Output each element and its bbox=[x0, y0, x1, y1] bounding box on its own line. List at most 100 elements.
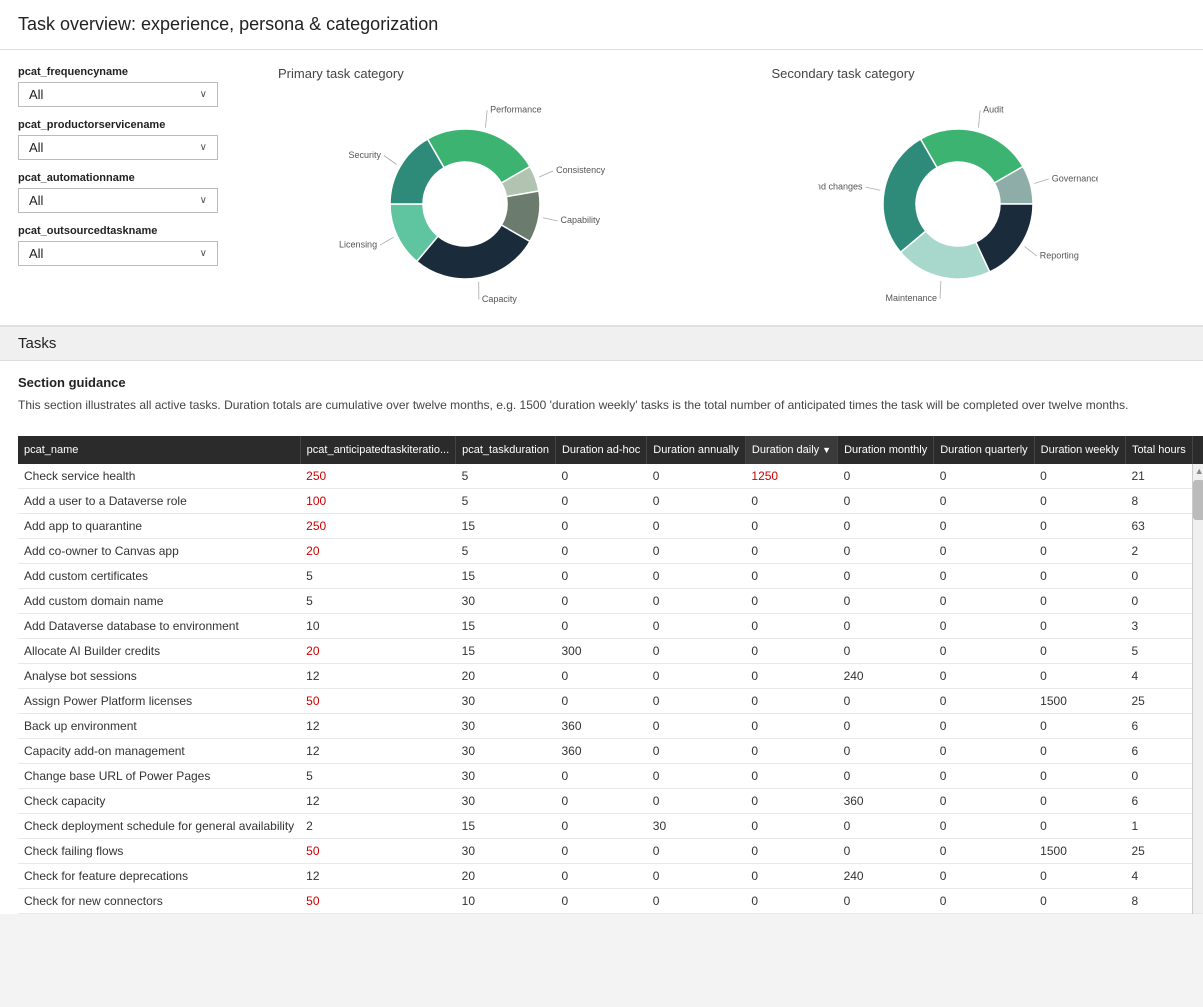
cell-duration_annually: 0 bbox=[647, 489, 746, 514]
filter-group-pcat_automationname: pcat_automationnameAll∨ bbox=[18, 172, 218, 213]
table-row[interactable]: Assign Power Platform licenses5030000001… bbox=[18, 689, 1203, 714]
cell-pcat_anticipatedtaskiteration: 20 bbox=[300, 639, 455, 664]
cell-duration_monthly: 240 bbox=[838, 864, 934, 889]
chart-line-4 bbox=[380, 237, 393, 245]
cell-total_hours: 8 bbox=[1125, 489, 1192, 514]
table-row[interactable]: Change base URL of Power Pages5300000000 bbox=[18, 764, 1203, 789]
cell-duration_annually: 30 bbox=[647, 814, 746, 839]
cell-pcat_name: Change base URL of Power Pages bbox=[18, 764, 300, 789]
guidance-title: Section guidance bbox=[18, 375, 1185, 390]
col-header-duration_weekly[interactable]: Duration weekly bbox=[1034, 436, 1125, 464]
cell-duration_adhoc: 0 bbox=[555, 614, 646, 639]
table-row[interactable]: Add co-owner to Canvas app2050000002 bbox=[18, 539, 1203, 564]
chart-line-5 bbox=[384, 156, 397, 165]
cell-duration_weekly: 0 bbox=[1034, 789, 1125, 814]
cell-duration_annually: 0 bbox=[647, 714, 746, 739]
cell-duration_weekly: 0 bbox=[1034, 564, 1125, 589]
chart-label-0: Performance bbox=[490, 105, 542, 115]
cell-duration_annually: 0 bbox=[647, 839, 746, 864]
cell-duration_weekly: 0 bbox=[1034, 589, 1125, 614]
table-row[interactable]: Add Dataverse database to environment101… bbox=[18, 614, 1203, 639]
top-section: pcat_frequencynameAll∨pcat_productorserv… bbox=[0, 50, 1203, 327]
table-row[interactable]: Capacity add-on management1230360000006 bbox=[18, 739, 1203, 764]
cell-duration_daily: 0 bbox=[745, 814, 837, 839]
cell-duration_monthly: 0 bbox=[838, 689, 934, 714]
cell-duration_quarterly: 0 bbox=[934, 564, 1034, 589]
cell-pcat_taskduration: 10 bbox=[456, 889, 556, 914]
chart-label-2: Capability bbox=[560, 215, 600, 225]
filter-select-pcat_productorservicename[interactable]: All∨ bbox=[18, 135, 218, 160]
cell-duration_daily: 0 bbox=[745, 664, 837, 689]
cell-pcat_name: Add Dataverse database to environment bbox=[18, 614, 300, 639]
chart-line-2 bbox=[1025, 246, 1037, 256]
col-header-duration_quarterly[interactable]: Duration quarterly bbox=[934, 436, 1034, 464]
cell-pcat_name: Add co-owner to Canvas app bbox=[18, 539, 300, 564]
col-header-total_hours[interactable]: Total hours bbox=[1125, 436, 1192, 464]
col-header-duration_annually[interactable]: Duration annually bbox=[647, 436, 746, 464]
cell-duration_daily: 0 bbox=[745, 614, 837, 639]
cell-duration_quarterly: 0 bbox=[934, 464, 1034, 489]
table-row[interactable]: Add app to quarantine2501500000063 bbox=[18, 514, 1203, 539]
cell-duration_monthly: 0 bbox=[838, 614, 934, 639]
chart-line-0 bbox=[485, 110, 487, 127]
table-row[interactable]: Check service health250500125000021▲ bbox=[18, 464, 1203, 489]
table-row[interactable]: Check failing flows503000000150025 bbox=[18, 839, 1203, 864]
chart-line-3 bbox=[940, 281, 941, 299]
table-row[interactable]: Check for new connectors50100000008 bbox=[18, 889, 1203, 914]
table-row[interactable]: Check capacity1230000360006 bbox=[18, 789, 1203, 814]
table-row[interactable]: Check deployment schedule for general av… bbox=[18, 814, 1203, 839]
table-row[interactable]: Add custom domain name5300000000 bbox=[18, 589, 1203, 614]
table-row[interactable]: Check for feature deprecations1220000240… bbox=[18, 864, 1203, 889]
filter-select-pcat_outsourcedtaskname[interactable]: All∨ bbox=[18, 241, 218, 266]
cell-duration_daily: 0 bbox=[745, 839, 837, 864]
cell-duration_quarterly: 0 bbox=[934, 614, 1034, 639]
cell-duration_weekly: 0 bbox=[1034, 714, 1125, 739]
chart-label-1: Consistency bbox=[556, 165, 605, 175]
filter-group-pcat_outsourcedtaskname: pcat_outsourcedtasknameAll∨ bbox=[18, 225, 218, 266]
cell-duration_monthly: 0 bbox=[838, 839, 934, 864]
cell-total_hours: 4 bbox=[1125, 864, 1192, 889]
cell-duration_adhoc: 300 bbox=[555, 639, 646, 664]
filter-select-pcat_automationname[interactable]: All∨ bbox=[18, 188, 218, 213]
scrollbar-thumb[interactable] bbox=[1193, 480, 1203, 520]
table-header[interactable]: pcat_namepcat_anticipatedtaskiteratio...… bbox=[18, 436, 1203, 464]
cell-pcat_taskduration: 20 bbox=[456, 664, 556, 689]
cell-pcat_anticipatedtaskiteration: 50 bbox=[300, 689, 455, 714]
cell-pcat_name: Check failing flows bbox=[18, 839, 300, 864]
col-header-duration_daily[interactable]: Duration daily▼ bbox=[745, 436, 837, 464]
cell-duration_weekly: 0 bbox=[1034, 864, 1125, 889]
table-row[interactable]: Back up environment1230360000006 bbox=[18, 714, 1203, 739]
table-row[interactable]: Add a user to a Dataverse role1005000000… bbox=[18, 489, 1203, 514]
cell-duration_quarterly: 0 bbox=[934, 839, 1034, 864]
cell-duration_annually: 0 bbox=[647, 464, 746, 489]
cell-total_hours: 0 bbox=[1125, 564, 1192, 589]
col-header-pcat_anticipatedtaskiteration[interactable]: pcat_anticipatedtaskiteratio... bbox=[300, 436, 455, 464]
scrollbar[interactable]: ▲ bbox=[1192, 464, 1203, 914]
cell-duration_monthly: 0 bbox=[838, 814, 934, 839]
col-header-duration_adhoc[interactable]: Duration ad-hoc bbox=[555, 436, 646, 464]
cell-duration_annually: 0 bbox=[647, 564, 746, 589]
cell-total_hours: 3 bbox=[1125, 614, 1192, 639]
col-header-duration_monthly[interactable]: Duration monthly bbox=[838, 436, 934, 464]
col-header-pcat_taskduration[interactable]: pcat_taskduration bbox=[456, 436, 556, 464]
cell-duration_monthly: 0 bbox=[838, 739, 934, 764]
col-header-pcat_name[interactable]: pcat_name bbox=[18, 436, 300, 464]
scroll-up-button[interactable]: ▲ bbox=[1193, 464, 1203, 478]
cell-duration_daily: 0 bbox=[745, 514, 837, 539]
table-header-row[interactable]: pcat_namepcat_anticipatedtaskiteratio...… bbox=[18, 436, 1203, 464]
primary-chart-wrapper: PerformanceConsistencyCapabilityCapacity… bbox=[325, 89, 605, 309]
cell-total_hours: 5 bbox=[1125, 639, 1192, 664]
chart-label-4: Licensing bbox=[339, 239, 377, 249]
secondary-chart-svg: AuditGovernanceReportingMaintenanceMoves… bbox=[818, 89, 1098, 309]
filter-select-pcat_frequencyname[interactable]: All∨ bbox=[18, 82, 218, 107]
cell-pcat_anticipatedtaskiteration: 50 bbox=[300, 839, 455, 864]
table-row[interactable]: Analyse bot sessions1220000240004 bbox=[18, 664, 1203, 689]
cell-pcat_name: Allocate AI Builder credits bbox=[18, 639, 300, 664]
cell-duration_daily: 0 bbox=[745, 589, 837, 614]
cell-duration_daily: 0 bbox=[745, 564, 837, 589]
cell-pcat_anticipatedtaskiteration: 12 bbox=[300, 864, 455, 889]
cell-duration_quarterly: 0 bbox=[934, 789, 1034, 814]
table-row[interactable]: Allocate AI Builder credits2015300000005 bbox=[18, 639, 1203, 664]
table-row[interactable]: Add custom certificates5150000000 bbox=[18, 564, 1203, 589]
cell-total_hours: 6 bbox=[1125, 789, 1192, 814]
